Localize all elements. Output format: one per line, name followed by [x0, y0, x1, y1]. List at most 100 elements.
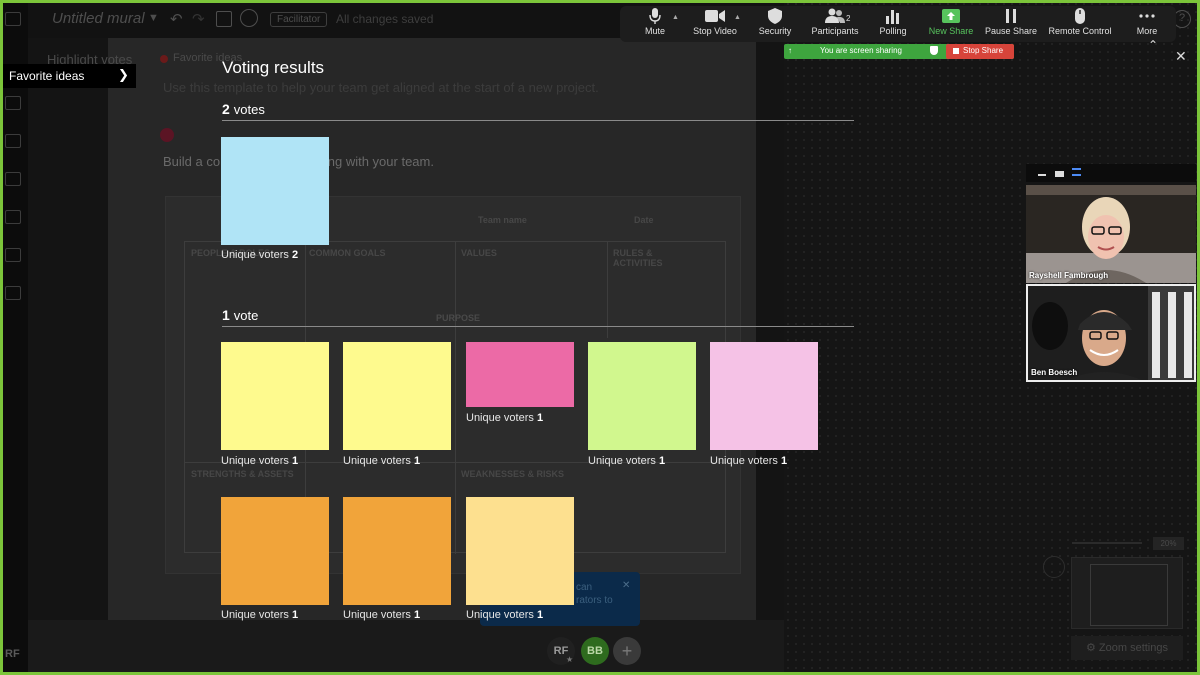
chevron-up-icon[interactable]: ▲: [672, 14, 679, 21]
sticky-note[interactable]: [221, 497, 329, 605]
tooltip-text: can: [576, 582, 593, 593]
upload-icon[interactable]: [5, 248, 21, 262]
mouse-icon: [1075, 8, 1085, 24]
microphone-icon: [649, 8, 661, 24]
sticky-note[interactable]: [710, 342, 818, 450]
step-badge: [160, 128, 174, 142]
share-screen-icon: [942, 9, 960, 23]
zoom-level[interactable]: 20%: [1153, 537, 1184, 550]
section-strengths-assets: STRENGTHS & ASSETS: [191, 469, 294, 479]
voting-results-title: Voting results: [222, 58, 325, 77]
sticky-note[interactable]: [466, 342, 574, 407]
chevron-down-icon[interactable]: ▼: [148, 12, 159, 24]
unique-voters-label: Unique voters 1: [466, 609, 544, 621]
add-collaborator-button[interactable]: +: [613, 637, 641, 665]
sticky-note[interactable]: [466, 497, 574, 605]
shield-icon: [768, 8, 782, 24]
more-button[interactable]: More: [1112, 8, 1182, 36]
sticky-note[interactable]: [221, 342, 329, 450]
vote-count-number: 2: [222, 101, 230, 117]
minimize-icon[interactable]: [1038, 174, 1046, 176]
date-label: Date: [634, 215, 654, 225]
user-initials: RF: [5, 648, 20, 660]
remote-control-label: Remote Control: [1048, 26, 1112, 36]
sticky-note[interactable]: [343, 342, 451, 450]
vote-group-1-heading: 1 vote: [222, 307, 258, 323]
unique-voters-label: Unique voters 1: [466, 412, 544, 424]
unique-voters-label: Unique voters 1: [221, 455, 299, 467]
minimap[interactable]: [1071, 557, 1183, 629]
participant-name: Rayshell Fambrough: [1029, 271, 1109, 280]
favorite-dot-icon: [160, 55, 168, 63]
chevron-right-icon[interactable]: ❯: [118, 67, 129, 83]
participant-name: Ben Boesch: [1031, 368, 1078, 377]
sticky-note[interactable]: [588, 342, 696, 450]
unique-voters-label: Unique voters 1: [343, 455, 421, 467]
star-icon: ★: [566, 655, 574, 664]
close-icon[interactable]: ✕: [1175, 48, 1187, 65]
back-icon[interactable]: [5, 12, 21, 26]
bar-chart-icon: [886, 10, 899, 24]
participants-icon: [825, 8, 845, 23]
pause-share-label: Pause Share: [984, 26, 1038, 36]
favorite-ideas-label: Favorite ideas: [9, 69, 85, 83]
undo-icon[interactable]: ↶: [170, 10, 183, 28]
video-camera-icon: [705, 10, 725, 22]
collapse-chevron-icon[interactable]: ⌃: [1148, 38, 1158, 52]
zoom-meeting-toolbar: Mute ▲ Stop Video ▲ Security Participant…: [620, 6, 1176, 42]
more-label: More: [1136, 26, 1158, 36]
shield-icon: [930, 46, 938, 55]
team-name-label: Team name: [478, 215, 527, 225]
vote-count-unit: vote: [233, 308, 259, 323]
sticky-note[interactable]: [221, 137, 329, 245]
section-values: VALUES: [461, 248, 497, 258]
stop-share-button[interactable]: Stop Share: [946, 44, 1014, 59]
section-rules-activities: RULES & ACTIVITIES: [613, 248, 663, 268]
share-arrow-icon: ↑: [788, 46, 792, 55]
vote-group-2-heading: 2 votes: [222, 101, 265, 117]
participant-video-feed: [1026, 185, 1196, 283]
participant-video[interactable]: Rayshell Fambrough: [1026, 185, 1196, 283]
zoom-fit-icon[interactable]: [1043, 556, 1065, 578]
mural-toolbar: RF: [0, 0, 28, 675]
unique-voters-label: Unique voters 1: [221, 609, 299, 621]
participants-count: 2: [846, 14, 851, 23]
stop-icon: [953, 48, 959, 54]
tooltip-text: rators to: [576, 595, 613, 606]
facilitator-badge[interactable]: Facilitator: [270, 12, 328, 27]
pause-share-button[interactable]: Pause Share: [976, 8, 1046, 36]
remote-control-button[interactable]: Remote Control: [1045, 8, 1115, 36]
strip-view-icon[interactable]: [1055, 171, 1064, 177]
vote-divider: [222, 120, 854, 121]
timer-icon[interactable]: [240, 9, 258, 27]
redo-icon[interactable]: ↷: [192, 10, 205, 28]
avatar[interactable]: BB: [581, 637, 609, 665]
participant-video[interactable]: Ben Boesch: [1026, 284, 1196, 382]
vote-count-unit: votes: [233, 102, 265, 117]
save-status: All changes saved: [336, 12, 434, 26]
video-panel-controls: [1026, 164, 1196, 182]
image-icon[interactable]: [5, 210, 21, 224]
zoom-slider[interactable]: [1072, 542, 1142, 544]
mural-title[interactable]: Untitled mural: [52, 10, 145, 27]
unique-voters-label: Unique voters 1: [588, 455, 666, 467]
stop-share-label: Stop Share: [963, 46, 1004, 55]
gallery-view-icon[interactable]: [1072, 168, 1081, 176]
pen-icon[interactable]: [5, 286, 21, 300]
pause-icon: [1006, 9, 1016, 23]
star-icon[interactable]: [5, 134, 21, 148]
section-common-goals: COMMON GOALS: [309, 248, 386, 258]
vote-count-number: 1: [222, 307, 230, 323]
comment-icon[interactable]: [5, 96, 21, 110]
unique-voters-label: Unique voters 2: [221, 249, 299, 261]
section-weaknesses-risks: WEAKNESSES & RISKS: [461, 469, 565, 479]
favorite-ideas-tab[interactable]: Favorite ideas ❯: [0, 64, 136, 88]
more-icon: [1139, 14, 1155, 18]
sticky-note[interactable]: [343, 497, 451, 605]
screen-sharing-status: You are screen sharing: [820, 46, 902, 55]
outline-icon[interactable]: [216, 11, 232, 27]
grid-icon[interactable]: [5, 172, 21, 186]
zoom-settings-button[interactable]: ⚙ Zoom settings: [1071, 636, 1183, 660]
close-icon[interactable]: ✕: [622, 580, 630, 591]
intro-text: Use this template to help your team get …: [163, 80, 599, 95]
